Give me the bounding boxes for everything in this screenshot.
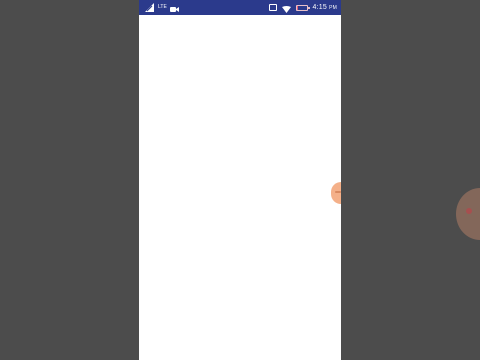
- status-time: 4:15 PM: [313, 0, 338, 16]
- status-bar-left: LTE: [145, 0, 179, 15]
- status-time-suffix: PM: [329, 4, 337, 11]
- status-bar: LTE 4:15 PM: [139, 0, 341, 15]
- wifi-icon: [281, 4, 291, 13]
- lte-icon: LTE: [158, 4, 167, 10]
- status-bar-right: 4:15 PM: [268, 0, 338, 16]
- floating-bubble[interactable]: [456, 188, 480, 240]
- signal-icon: [145, 3, 155, 12]
- battery-level: [296, 5, 298, 10]
- video-camera-icon: [169, 4, 179, 12]
- bubble-dot-icon: [466, 208, 472, 214]
- phone-screen: LTE 4:15 PM: [139, 0, 341, 360]
- cast-icon: [268, 4, 277, 11]
- status-time-value: 4:15: [312, 3, 327, 11]
- battery-icon: [295, 4, 310, 11]
- handle-grip-icon: [335, 191, 341, 193]
